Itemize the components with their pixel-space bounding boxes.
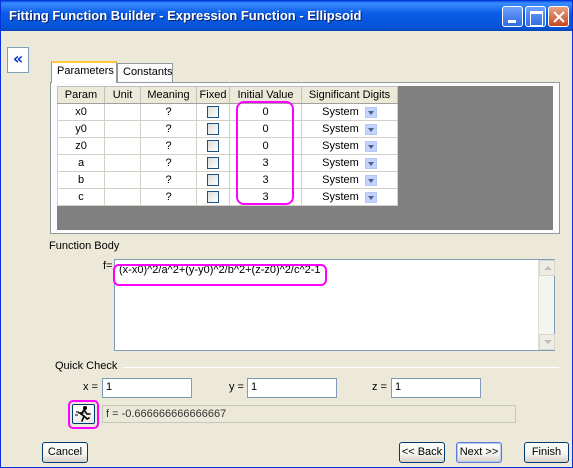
x-input[interactable]: 1 bbox=[102, 378, 192, 398]
double-chevron-left-icon: « bbox=[12, 49, 24, 68]
cell-meaning[interactable]: ? bbox=[140, 188, 197, 206]
y-label: y = bbox=[229, 381, 244, 393]
table-row: z0 ? 0 System bbox=[57, 137, 398, 155]
cell-meaning[interactable]: ? bbox=[140, 137, 197, 155]
header-fixed: Fixed bbox=[196, 86, 230, 104]
quick-check-result: f = -0.666666666666667 bbox=[102, 405, 516, 423]
digits-value: System bbox=[322, 191, 359, 203]
cell-fixed bbox=[196, 120, 230, 138]
cell-fixed bbox=[196, 171, 230, 189]
fixed-checkbox[interactable] bbox=[207, 174, 219, 187]
dropdown-arrow-icon[interactable] bbox=[364, 123, 377, 135]
cell-unit[interactable] bbox=[104, 137, 141, 155]
fixed-checkbox[interactable] bbox=[207, 191, 219, 204]
cell-unit[interactable] bbox=[104, 171, 141, 189]
header-meaning: Meaning bbox=[140, 86, 197, 104]
tab-parameters-label: Parameters bbox=[57, 65, 114, 77]
finish-button[interactable]: Finish bbox=[524, 442, 569, 463]
vertical-scrollbar[interactable] bbox=[538, 260, 555, 350]
digits-value: System bbox=[322, 106, 359, 118]
digits-value: System bbox=[322, 123, 359, 135]
dropdown-arrow-icon[interactable] bbox=[364, 191, 377, 203]
z-label: z = bbox=[372, 381, 387, 393]
cell-unit[interactable] bbox=[104, 188, 141, 206]
scroll-up-icon[interactable] bbox=[539, 260, 555, 276]
function-highlight bbox=[113, 264, 327, 286]
cell-meaning[interactable]: ? bbox=[140, 120, 197, 138]
table-row: x0 ? 0 System bbox=[57, 103, 398, 121]
tab-constants-label: Constants bbox=[123, 66, 173, 78]
window-title: Fitting Function Builder - Expression Fu… bbox=[9, 8, 362, 23]
run-button-highlight bbox=[68, 400, 99, 429]
collapse-panel-button[interactable]: « bbox=[7, 47, 29, 73]
table-row: y0 ? 0 System bbox=[57, 120, 398, 138]
cell-fixed bbox=[196, 188, 230, 206]
dropdown-arrow-icon[interactable] bbox=[364, 174, 377, 186]
fixed-checkbox[interactable] bbox=[207, 106, 219, 119]
table-row: a ? 3 System bbox=[57, 154, 398, 172]
cell-significant-digits[interactable]: System bbox=[301, 120, 398, 138]
fixed-checkbox[interactable] bbox=[207, 140, 219, 153]
cell-param[interactable]: c bbox=[57, 188, 105, 206]
quick-check-label: Quick Check bbox=[55, 360, 118, 372]
cell-param[interactable]: a bbox=[57, 154, 105, 172]
maximize-button[interactable] bbox=[525, 6, 546, 27]
next-button[interactable]: Next >> bbox=[456, 442, 502, 463]
function-prefix-label: f= bbox=[103, 260, 113, 272]
parameter-grid-container: Param Unit Meaning Fixed Initial Value S… bbox=[57, 86, 553, 230]
back-button[interactable]: << Back bbox=[399, 442, 445, 463]
header-unit: Unit bbox=[104, 86, 141, 104]
x-label: x = bbox=[83, 381, 98, 393]
table-row: b ? 3 System bbox=[57, 171, 398, 189]
cell-unit[interactable] bbox=[104, 120, 141, 138]
title-bar[interactable]: Fitting Function Builder - Expression Fu… bbox=[1, 1, 572, 31]
dropdown-arrow-icon[interactable] bbox=[364, 157, 377, 169]
parameter-grid: Param Unit Meaning Fixed Initial Value S… bbox=[57, 86, 398, 206]
cell-meaning[interactable]: ? bbox=[140, 103, 197, 121]
cancel-button[interactable]: Cancel bbox=[42, 442, 88, 463]
digits-value: System bbox=[322, 174, 359, 186]
tab-body: Param Unit Meaning Fixed Initial Value S… bbox=[50, 82, 560, 234]
initial-value-highlight bbox=[236, 101, 294, 205]
cell-significant-digits[interactable]: System bbox=[301, 188, 398, 206]
cell-fixed bbox=[196, 103, 230, 121]
scroll-down-icon[interactable] bbox=[539, 334, 555, 350]
cell-meaning[interactable]: ? bbox=[140, 154, 197, 172]
cell-param[interactable]: y0 bbox=[57, 120, 105, 138]
cell-meaning[interactable]: ? bbox=[140, 171, 197, 189]
header-param: Param bbox=[57, 86, 105, 104]
table-row: c ? 3 System bbox=[57, 188, 398, 206]
cell-significant-digits[interactable]: System bbox=[301, 103, 398, 121]
cell-significant-digits[interactable]: System bbox=[301, 137, 398, 155]
digits-value: System bbox=[322, 140, 359, 152]
cell-significant-digits[interactable]: System bbox=[301, 154, 398, 172]
digits-value: System bbox=[322, 157, 359, 169]
z-input[interactable]: 1 bbox=[391, 378, 481, 398]
cell-significant-digits[interactable]: System bbox=[301, 171, 398, 189]
cell-fixed bbox=[196, 154, 230, 172]
close-icon bbox=[553, 11, 565, 23]
cell-unit[interactable] bbox=[104, 154, 141, 172]
tab-constants[interactable]: Constants bbox=[117, 63, 173, 82]
quick-check-divider bbox=[123, 367, 559, 368]
header-significant-digits: Significant Digits bbox=[301, 86, 398, 104]
y-input[interactable]: 1 bbox=[247, 378, 337, 398]
cell-param[interactable]: b bbox=[57, 171, 105, 189]
cell-fixed bbox=[196, 137, 230, 155]
fixed-checkbox[interactable] bbox=[207, 123, 219, 136]
cell-param[interactable]: x0 bbox=[57, 103, 105, 121]
fixed-checkbox[interactable] bbox=[207, 157, 219, 170]
dropdown-arrow-icon[interactable] bbox=[364, 140, 377, 152]
dialog-window: Fitting Function Builder - Expression Fu… bbox=[0, 0, 573, 468]
cell-unit[interactable] bbox=[104, 103, 141, 121]
cell-param[interactable]: z0 bbox=[57, 137, 105, 155]
dropdown-arrow-icon[interactable] bbox=[364, 106, 377, 118]
close-button[interactable] bbox=[548, 6, 569, 27]
parameters-panel: Parameters Constants Param Unit Meaning … bbox=[41, 43, 564, 234]
minimize-button[interactable] bbox=[502, 6, 523, 27]
function-body-label: Function Body bbox=[49, 240, 120, 252]
tab-parameters[interactable]: Parameters bbox=[51, 61, 117, 83]
